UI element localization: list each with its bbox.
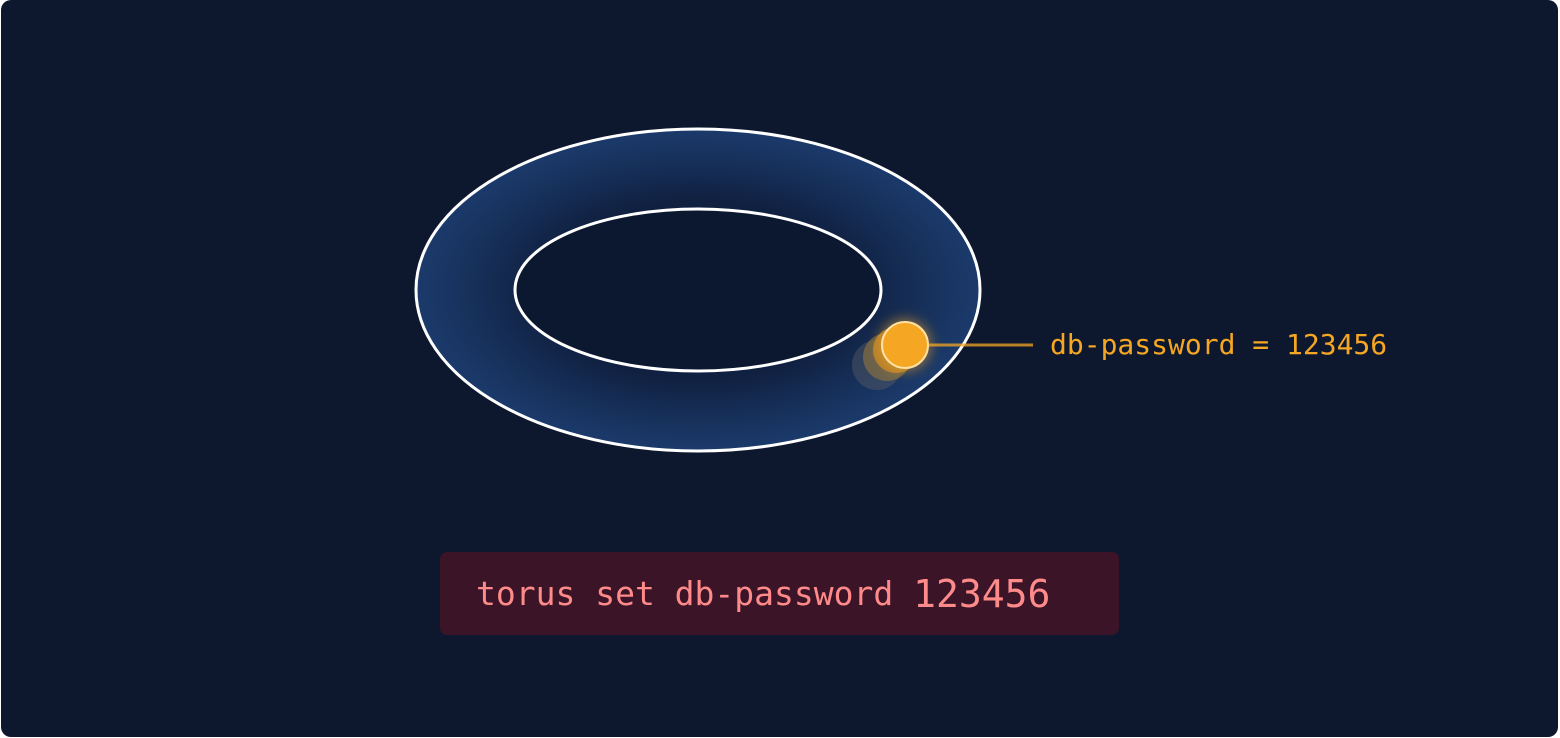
- command-spacer: [893, 574, 913, 613]
- marker-label: db-password = 123456: [1050, 328, 1387, 361]
- torus-inner-edge: [513, 207, 883, 373]
- command-text: torus set db-password: [476, 574, 894, 613]
- diagram-canvas: db-password = 123456 torus set db-passwo…: [1, 0, 1558, 737]
- value-marker: [881, 321, 929, 369]
- command-value: 123456: [913, 571, 1051, 616]
- command-box: torus set db-password 123456: [440, 552, 1119, 635]
